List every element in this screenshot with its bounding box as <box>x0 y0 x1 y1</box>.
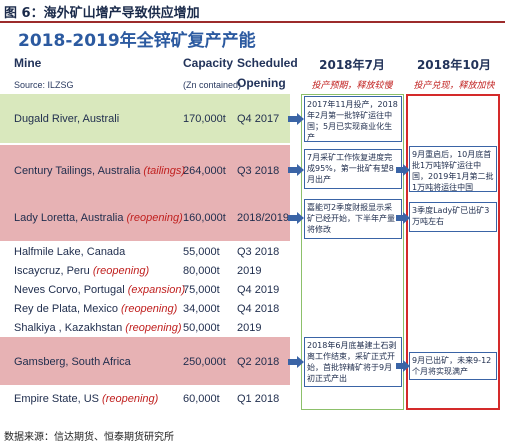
table-row: Halfmile Lake, Canada <box>14 245 125 259</box>
mine-name: Shalkiya , Kazakhstan <box>14 322 126 334</box>
opening-cell: 2019 <box>237 322 262 334</box>
opening-cell: Q4 2018 <box>237 303 280 315</box>
table-row: Iscaycruz, Peru (reopening) <box>14 264 149 278</box>
mine-tag: (reopening) <box>102 393 159 405</box>
capacity-cell: 55,000t <box>183 246 220 258</box>
capacity-cell: 50,000t <box>183 322 220 334</box>
capacity-cell: 264,000t <box>183 165 226 177</box>
title-rule <box>0 21 505 23</box>
mine-name: Rey de Plata, Mexico <box>14 303 121 315</box>
table-row: Shalkiya , Kazakhstan (reopening) <box>14 321 182 335</box>
opening-cell: Q2 2018 <box>237 356 280 368</box>
header-source: Source: ILZSG <box>14 80 74 90</box>
opening-cell: Q4 2017 <box>237 113 280 125</box>
mine-name: Neves Corvo, Portugal <box>14 284 128 296</box>
slide-title: 2018-2019年全锌矿复产产能 <box>18 31 256 51</box>
header-opening: Opening <box>237 76 286 90</box>
capacity-cell: 75,000t <box>183 284 220 296</box>
table-row: Neves Corvo, Portugal (expansion) <box>14 283 185 297</box>
table-row: Century Tailings, Australia (tailings) <box>14 164 185 178</box>
note-jul-lady-loretta: 嘉能可2季度财报显示采矿已经开始，下半年产量将修改 <box>304 199 402 239</box>
figure-title: 图 6：海外矿山增产导致供应增加 <box>4 6 200 21</box>
table-row: Dugald River, Australi <box>14 112 119 126</box>
capacity-cell: 170,000t <box>183 113 226 125</box>
opening-cell: Q3 2018 <box>237 165 280 177</box>
opening-cell: Q4 2019 <box>237 284 280 296</box>
note-jul-gamsberg: 2018年6月底基建土石剥离工作结束，采矿正式开始，首批锌精矿将于9月初正式产出 <box>304 337 402 387</box>
note-oct-century: 9月重启后，10月底首批1万吨锌矿运往中国，2019年1月第二批1万吨将运往中国 <box>409 146 497 192</box>
arrow-right-icon <box>288 212 304 224</box>
capacity-cell: 60,000t <box>183 393 220 405</box>
mine-name: Iscaycruz, Peru <box>14 265 93 277</box>
mine-tag: (tailings) <box>143 165 185 177</box>
capacity-cell: 250,000t <box>183 356 226 368</box>
table-row: Rey de Plata, Mexico (reopening) <box>14 302 177 316</box>
mine-name: Lady Loretta, Australia <box>14 212 127 224</box>
note-oct-lady-loretta: 3季度Lady矿已出矿3万吨左右 <box>409 202 497 232</box>
mine-name: Gamsberg, South Africa <box>14 356 131 368</box>
mine-tag: (reopening) <box>121 303 178 315</box>
header-capacity: Capacity <box>183 56 234 70</box>
mine-tag: (expansion) <box>127 284 186 296</box>
arrow-right-icon <box>288 164 304 176</box>
table-row: Empire State, US (reopening) <box>14 392 158 406</box>
opening-cell: 2019 <box>237 265 262 277</box>
capacity-cell: 34,000t <box>183 303 220 315</box>
mine-name: Century Tailings, Australia <box>14 165 144 177</box>
capacity-cell: 160,000t <box>183 212 226 224</box>
opening-cell: 2018/2019 <box>237 212 289 224</box>
mine-tag: (reopening) <box>125 322 182 334</box>
mine-name: Halfmile Lake, Canada <box>14 246 126 258</box>
header-scheduled: Scheduled <box>237 56 298 70</box>
header-mine: Mine <box>14 56 42 70</box>
mine-tag: (reopening) <box>92 265 150 277</box>
arrow-right-icon <box>396 212 410 224</box>
header-zn-contained: (Zn contained) <box>183 80 242 90</box>
table-row: Gamsberg, South Africa <box>14 355 131 369</box>
arrow-right-icon <box>396 164 410 176</box>
arrow-right-icon <box>288 113 304 125</box>
column-subheader-jul: 投产预期，释放较慢 <box>311 81 393 91</box>
table-row: Lady Loretta, Australia (reopening) <box>14 211 183 225</box>
capacity-cell: 80,000t <box>183 265 220 277</box>
note-jul-century: 7月采矿工作恢复进度完成95%，第一批矿有望8月出产 <box>304 149 402 189</box>
arrow-right-icon <box>288 356 304 368</box>
note-jul-dugald: 2017年11月投产，2018年2月第一批锌矿运往中国；5月已实现商业化生产 <box>304 96 402 142</box>
column-header-2018-jul: 2018年7月 <box>319 58 385 72</box>
column-subheader-oct: 投产兑现，释放加快 <box>413 81 495 91</box>
mine-name: Dugald River, Australi <box>14 113 120 125</box>
opening-cell: Q3 2018 <box>237 246 280 258</box>
opening-cell: Q1 2018 <box>237 393 280 405</box>
mine-tag: (reopening) <box>126 212 183 224</box>
arrow-right-icon <box>396 360 410 372</box>
note-oct-gamsberg: 9月已出矿，未来9-12个月将实现满产 <box>409 352 497 380</box>
source-note: 数据来源：信达期货、恒泰期货研究所 <box>4 432 174 443</box>
column-header-2018-oct: 2018年10月 <box>416 58 492 72</box>
mine-name: Empire State, US <box>14 393 103 405</box>
